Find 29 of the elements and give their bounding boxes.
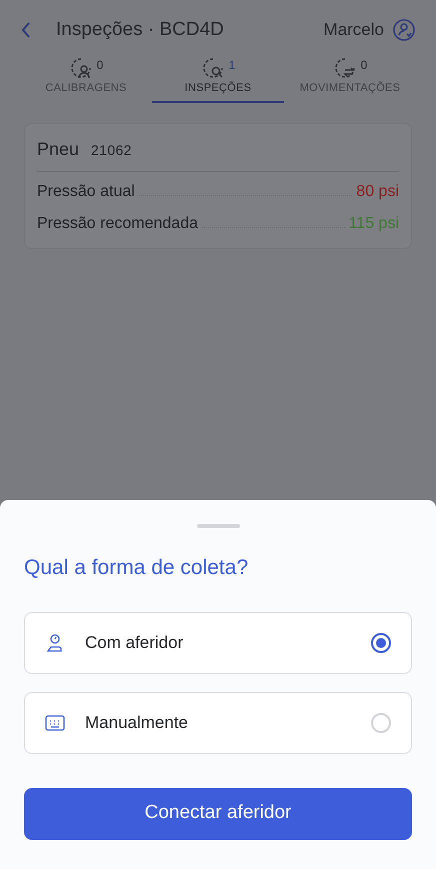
search-icon — [200, 56, 225, 80]
card-title: Pneu — [37, 138, 80, 160]
pressure-label: Pressão atual — [37, 182, 135, 202]
sheet-title: Qual a forma de coleta? — [24, 555, 250, 581]
user-name: Marcelo — [324, 19, 384, 42]
radio-button[interactable] — [371, 632, 391, 652]
user-icon[interactable] — [392, 18, 416, 42]
tab-count: 0 — [360, 57, 368, 74]
tab[interactable]: 1 INSPEÇÕES — [152, 56, 284, 102]
arrows-icon — [332, 56, 357, 80]
tire-number: 21062 — [91, 140, 132, 160]
keyboard-icon — [45, 714, 65, 730]
option-card[interactable]: Com aferidor — [24, 612, 412, 674]
drag-handle[interactable] — [196, 524, 240, 528]
tab[interactable]: 0 MOVIMENTAÇÕES — [284, 56, 416, 102]
tab-count: 0 — [96, 57, 104, 74]
pressure-label: Pressão recomendada — [37, 214, 198, 234]
tab-count: 1 — [228, 57, 236, 74]
tab[interactable]: 0 CALIBRAGENS — [20, 56, 152, 102]
tab-label: INSPEÇÕES — [184, 80, 252, 96]
connect-button[interactable]: Conectar aferidor — [24, 788, 412, 840]
pressure-value: 80 psi — [356, 182, 399, 202]
tab-label: MOVIMENTAÇÕES — [300, 80, 400, 96]
page-title: Inspeções · BCD4D — [56, 18, 224, 42]
tab-label: CALIBRAGENS — [45, 81, 127, 96]
pressure-value: 115 psi — [348, 214, 399, 234]
person-icon — [68, 56, 93, 80]
option-card[interactable]: Manualmente — [24, 692, 412, 754]
back-icon[interactable] — [20, 21, 32, 39]
